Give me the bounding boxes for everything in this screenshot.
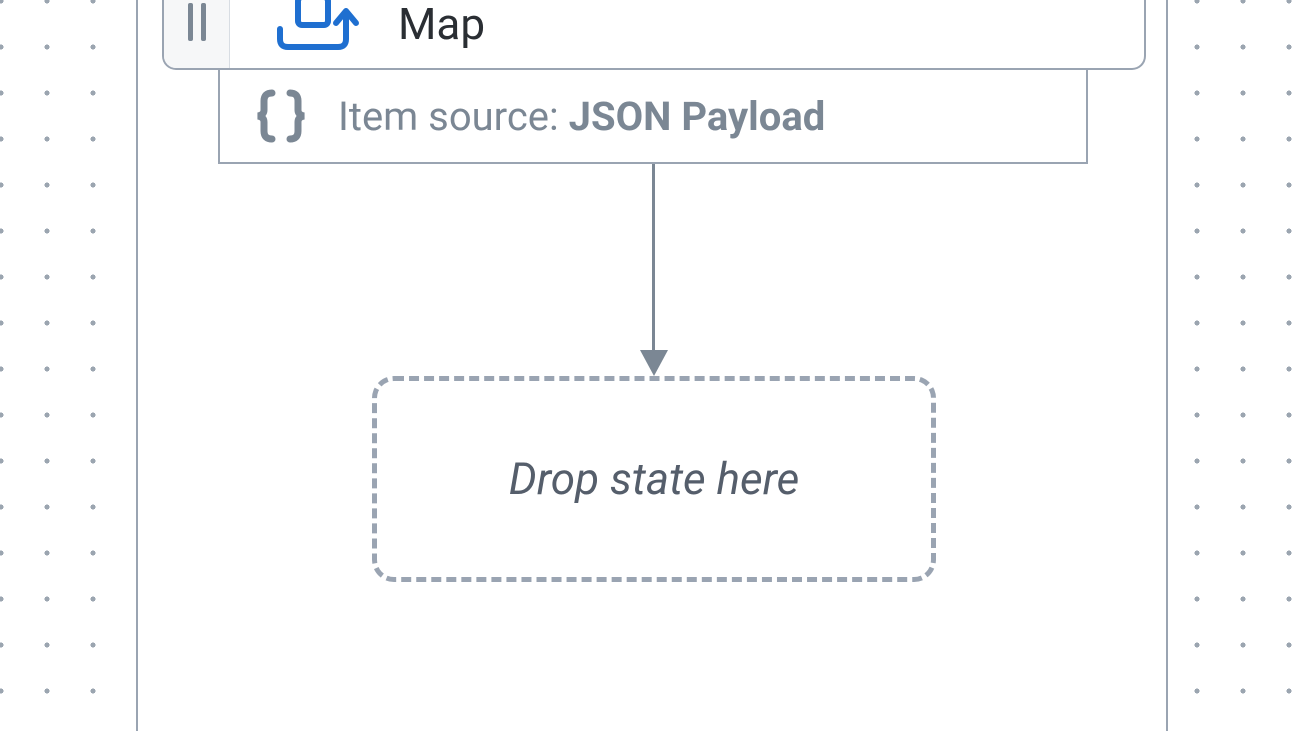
map-state-container: Map Item source: JSON Payload Drop state… bbox=[136, 0, 1168, 731]
state-content: Map bbox=[230, 0, 1144, 68]
connector-arrowhead bbox=[640, 350, 668, 376]
item-source-text: Item source: JSON Payload bbox=[338, 93, 825, 140]
drop-zone-placeholder: Drop state here bbox=[509, 453, 800, 505]
drag-handle[interactable] bbox=[164, 0, 230, 68]
item-source-value: JSON Payload bbox=[569, 93, 826, 140]
item-source-label: Item source: bbox=[338, 93, 559, 140]
map-loop-icon bbox=[258, 0, 368, 59]
drop-state-zone[interactable]: Drop state here bbox=[372, 376, 936, 582]
connector-line bbox=[652, 164, 655, 356]
item-source-box[interactable]: Item source: JSON Payload bbox=[218, 70, 1088, 164]
map-state-node[interactable]: Map bbox=[162, 0, 1146, 70]
braces-icon bbox=[250, 85, 312, 147]
drag-handle-icon bbox=[188, 3, 206, 41]
state-label: Map bbox=[398, 0, 485, 50]
